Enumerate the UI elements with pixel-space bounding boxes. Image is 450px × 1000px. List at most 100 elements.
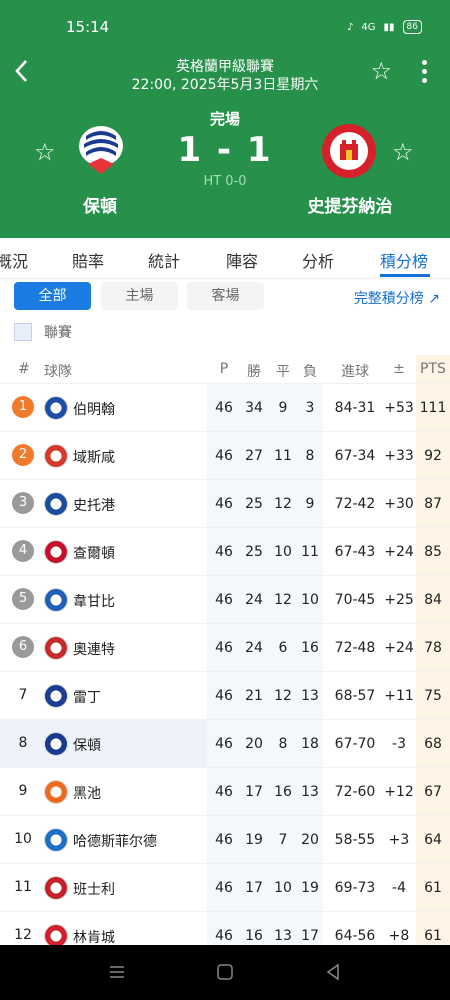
tab-overview[interactable]: 概況 [0,248,28,272]
goals-cell: 67-34 [334,448,376,464]
p-cell: 46 [215,496,233,512]
pts-cell: 84 [424,592,442,608]
goals-cell: 72-48 [334,640,376,656]
header-l: 負 [303,364,317,380]
team-crest-icon [44,588,68,612]
gd-cell: +24 [384,544,414,560]
team-name-cell[interactable]: 韋甘比 [73,591,115,611]
w-cell: 19 [245,832,263,848]
favorite-away-star-icon[interactable]: ☆ [392,138,414,166]
bars-icon: ▮▮ [383,21,395,33]
gd-cell: +30 [384,496,414,512]
goals-cell: 64-56 [334,928,376,944]
l-cell: 18 [301,736,319,752]
p-cell: 46 [215,400,233,416]
menu-nav-icon[interactable] [108,963,126,981]
goals-cell: 70-45 [334,592,376,608]
back-nav-icon[interactable] [324,963,342,981]
header-goals: 進球 [341,364,369,380]
d-cell: 12 [274,592,292,608]
table-row[interactable]: 3 史托港 46 25 12 9 72-42 +30 87 [0,479,450,528]
team-name-cell[interactable]: 林肯城 [73,927,115,947]
favorite-match-star-icon[interactable]: ☆ [370,58,392,84]
tab-stats[interactable]: 統計 [148,248,180,272]
rank-cell: 4 [12,540,34,562]
team-name-cell[interactable]: 黑池 [73,783,101,803]
l-cell: 13 [301,784,319,800]
team-name-cell[interactable]: 域斯咸 [73,447,115,467]
goals-cell: 58-55 [334,832,376,848]
header-d: 平 [276,364,290,380]
more-menu-icon[interactable] [422,60,428,84]
table-row[interactable]: 6 奧連特 46 24 6 16 72-48 +24 78 [0,623,450,672]
d-cell: 8 [278,736,288,752]
rank-cell: 11 [14,879,32,895]
w-cell: 24 [245,592,263,608]
active-tab-indicator [380,274,430,277]
team-name-cell[interactable]: 保頓 [73,735,101,755]
tab-standings[interactable]: 積分榜 [380,248,428,272]
full-standings-link[interactable]: 完整積分榜 ↗ [354,288,440,308]
w-cell: 17 [245,784,263,800]
team-name-cell[interactable]: 雷丁 [73,687,101,707]
away-team-crest[interactable] [320,122,378,180]
header-pts: PTS [420,361,446,377]
team-name-cell[interactable]: 史托港 [73,495,115,515]
team-name-cell[interactable]: 查爾頓 [73,543,115,563]
p-cell: 46 [215,448,233,464]
home-team-name[interactable]: 保頓 [30,192,170,217]
home-nav-icon[interactable] [216,963,234,981]
status-time: 15:14 [66,18,110,36]
table-row[interactable]: 8 保頓 46 20 8 18 67-70 -3 68 [0,719,450,768]
rank-cell: 12 [14,927,32,943]
team-name-cell[interactable]: 班士利 [73,879,115,899]
away-team-name[interactable]: 史提芬納治 [280,192,420,217]
p-cell: 46 [215,832,233,848]
pts-cell: 92 [424,448,442,464]
gd-cell: -4 [392,880,406,896]
table-row[interactable]: 10 哈德斯菲尔德 46 19 7 20 58-55 +3 64 [0,815,450,864]
pts-cell: 61 [424,880,442,896]
table-row[interactable]: 1 伯明翰 46 34 9 3 84-31 +53 111 [0,383,450,432]
d-cell: 13 [274,928,292,944]
tab-lineup[interactable]: 陣容 [226,248,258,272]
halftime-score: HT 0-0 [203,174,247,189]
header-p: P [219,361,229,377]
header-gd: ± [393,361,405,377]
table-row[interactable]: 4 查爾頓 46 25 10 11 67-43 +24 85 [0,527,450,576]
gd-cell: +3 [388,832,410,848]
filter-home-button[interactable]: 主場 [101,282,178,310]
league-label: 聯賽 [44,325,72,341]
team-name-cell[interactable]: 奧連特 [73,639,115,659]
table-row[interactable]: 9 黑池 46 17 16 13 72-60 +12 67 [0,767,450,816]
table-row[interactable]: 5 韋甘比 46 24 12 10 70-45 +25 84 [0,575,450,624]
header-rank: # [18,361,30,377]
tab-analysis[interactable]: 分析 [302,248,334,272]
table-row[interactable]: 11 班士利 46 17 10 19 69-73 -4 61 [0,863,450,912]
team-name-cell[interactable]: 伯明翰 [73,399,115,419]
p-cell: 46 [215,736,233,752]
d-cell: 12 [274,496,292,512]
pts-cell: 64 [424,832,442,848]
w-cell: 21 [245,688,263,704]
team-name-cell[interactable]: 哈德斯菲尔德 [73,831,157,851]
rank-cell: 8 [18,735,28,751]
league-section: 聯賽 [14,322,72,342]
filter-away-button[interactable]: 客場 [187,282,264,310]
team-crest-icon [44,732,68,756]
match-tabs: 概況 賠率 統計 陣容 分析 積分榜 [0,238,450,279]
table-row[interactable]: 2 域斯咸 46 27 11 8 67-34 +33 92 [0,431,450,480]
gd-cell: +11 [384,688,414,704]
rank-cell: 9 [18,783,28,799]
table-row[interactable]: 7 雷丁 46 21 12 13 68-57 +11 75 [0,671,450,720]
filter-all-button[interactable]: 全部 [14,282,91,310]
p-cell: 46 [215,688,233,704]
goals-cell: 69-73 [334,880,376,896]
d-cell: 11 [274,448,292,464]
rank-cell: 6 [12,636,34,658]
pts-cell: 87 [424,496,442,512]
d-cell: 7 [278,832,288,848]
tab-odds[interactable]: 賠率 [72,248,104,272]
pts-cell: 111 [419,400,447,416]
pts-cell: 68 [424,736,442,752]
